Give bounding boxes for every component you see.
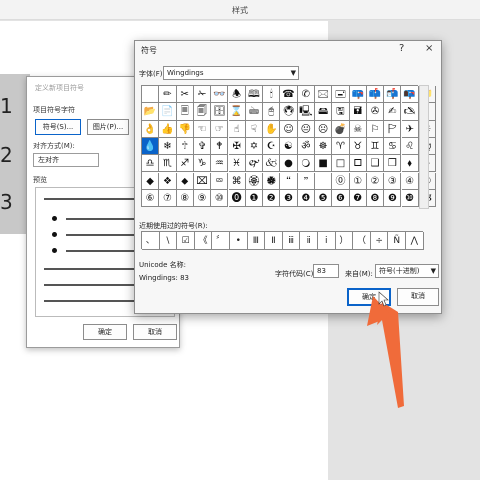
annotation-arrow (367, 291, 404, 408)
